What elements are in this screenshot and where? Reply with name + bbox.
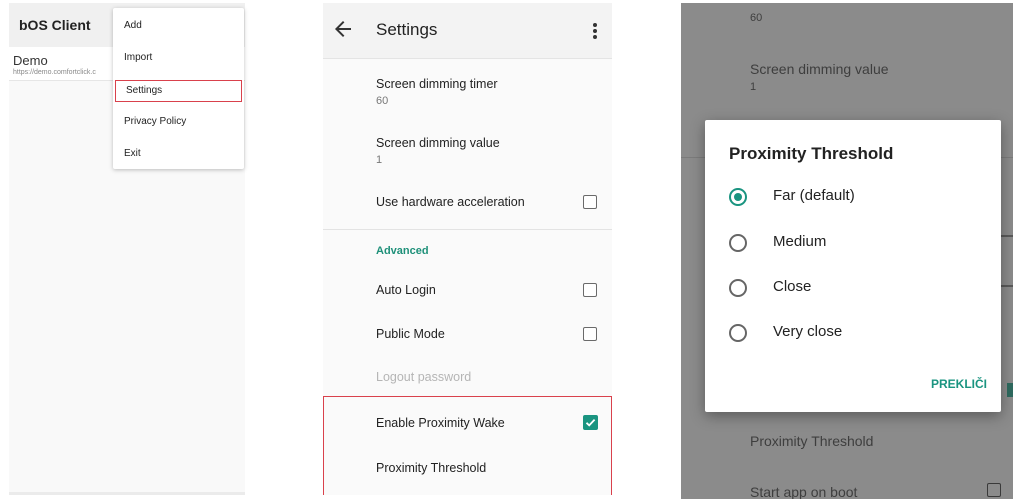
section-header-advanced: Advanced [376, 245, 429, 257]
app-title: bOS Client [19, 17, 91, 33]
pref-title: Screen dimming value [376, 136, 500, 150]
bg-proximity-threshold: Proximity Threshold [750, 433, 874, 449]
option-label: Very close [773, 323, 843, 340]
pref-hardware-acceleration[interactable]: Use hardware acceleration [323, 178, 612, 224]
bg-start-app-on-boot: Start app on boot [750, 484, 858, 499]
option-medium[interactable]: Medium [705, 222, 1001, 262]
pref-logout-password: Logout password [323, 353, 612, 396]
dialog-screen-panel: 60 Screen dimming value 1 Proximity Thre… [681, 3, 1013, 499]
option-close[interactable]: Close [705, 267, 1001, 307]
menu-item-exit[interactable]: Exit [113, 139, 244, 169]
connection-name: Demo [13, 53, 48, 68]
auto-login-checkbox[interactable] [583, 283, 597, 297]
dialog-title: Proximity Threshold [729, 144, 894, 163]
settings-panel: Settings Screen dimming timer 60 Screen … [323, 3, 612, 495]
highlight-box [323, 396, 612, 495]
radio-unselected-icon[interactable] [729, 234, 747, 252]
option-label: Close [773, 278, 812, 295]
radio-unselected-icon[interactable] [729, 324, 747, 342]
pref-public-mode[interactable]: Public Mode [323, 309, 612, 353]
pref-summary: 60 [376, 95, 389, 107]
section-divider [323, 229, 612, 230]
bg-dimming-timer-value: 60 [750, 12, 763, 24]
pref-title: Use hardware acceleration [376, 195, 525, 209]
settings-app-bar: Settings [323, 3, 612, 59]
bg-dimming-value-summary: 1 [750, 81, 757, 93]
bottom-divider [9, 492, 245, 495]
pref-summary: 1 [376, 154, 383, 166]
proximity-threshold-dialog: Proximity Threshold Far (default) Medium… [705, 120, 1001, 412]
pref-screen-dimming-value[interactable]: Screen dimming value 1 [323, 122, 612, 178]
radio-selected-icon[interactable] [729, 188, 747, 206]
menu-item-import[interactable]: Import [113, 43, 244, 73]
option-label: Medium [773, 233, 827, 250]
option-far-default[interactable]: Far (default) [705, 176, 1001, 216]
pref-auto-login[interactable]: Auto Login [323, 265, 612, 309]
bg-checkbox [987, 483, 1001, 497]
bg-edge [999, 285, 1013, 287]
option-very-close[interactable]: Very close [705, 312, 1001, 352]
pref-title: Logout password [376, 370, 472, 384]
menu-item-settings[interactable]: Settings [115, 80, 242, 102]
pref-title: Screen dimming timer [376, 77, 498, 91]
overflow-menu: Add Import Settings Privacy Policy Exit [113, 8, 244, 169]
pref-title: Auto Login [376, 283, 436, 297]
settings-title: Settings [376, 20, 438, 39]
pref-screen-dimming-timer[interactable]: Screen dimming timer 60 [323, 60, 612, 122]
more-vert-icon[interactable] [585, 19, 605, 43]
menu-item-privacy-policy[interactable]: Privacy Policy [113, 107, 244, 137]
menu-item-add[interactable]: Add [113, 11, 244, 41]
option-label: Far (default) [773, 187, 855, 204]
bg-edge [999, 235, 1013, 237]
cancel-button[interactable]: PREKLIČI [913, 372, 993, 396]
pref-title: Public Mode [376, 327, 445, 341]
connection-url: https://demo.comfortclick.c [13, 69, 96, 76]
hardware-acceleration-checkbox[interactable] [583, 195, 597, 209]
back-arrow-icon[interactable] [331, 17, 355, 41]
bg-dimming-value-title: Screen dimming value [750, 61, 889, 77]
screenshot-page: bOS Client Demo https://demo.comfortclic… [0, 0, 1016, 499]
bg-checked-edge [1007, 383, 1013, 397]
public-mode-checkbox[interactable] [583, 327, 597, 341]
radio-unselected-icon[interactable] [729, 279, 747, 297]
